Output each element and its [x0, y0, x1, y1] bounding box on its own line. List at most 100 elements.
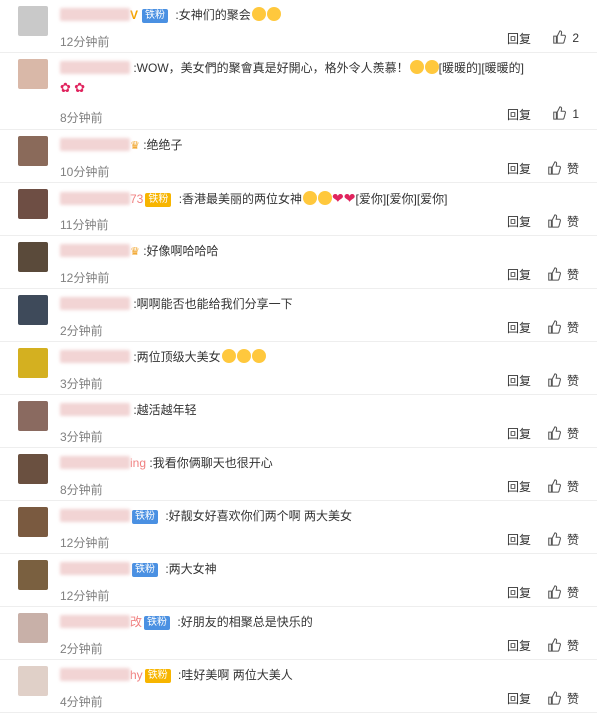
comment-text: V 铁粉 :女神们的聚会	[60, 5, 281, 25]
thumbs-up-icon	[547, 585, 561, 599]
avatar[interactable]	[18, 507, 48, 537]
timestamp: 8分钟前	[60, 483, 103, 497]
reply-button[interactable]: 回复	[507, 690, 531, 707]
emoji-icon	[303, 191, 318, 205]
reply-button[interactable]: 回复	[507, 160, 531, 177]
like-button[interactable]: 赞	[547, 319, 579, 336]
reply-button[interactable]: 回复	[507, 425, 531, 442]
comment-body: 好靓女好喜欢你们两个啊 两大美女	[168, 509, 353, 523]
like-button[interactable]: 赞	[547, 584, 579, 601]
avatar[interactable]	[18, 666, 48, 696]
like-button[interactable]: 赞	[547, 425, 579, 442]
like-button[interactable]: 赞	[547, 160, 579, 177]
like-button[interactable]: 赞	[547, 690, 579, 707]
username[interactable]	[60, 668, 130, 681]
like-button[interactable]: 赞	[547, 478, 579, 495]
reply-button[interactable]: 回复	[507, 106, 531, 123]
colon: :	[139, 244, 147, 258]
username-suffix: ing	[130, 456, 147, 470]
username[interactable]	[60, 297, 130, 310]
emoji-icon	[318, 191, 333, 205]
timestamp: 8分钟前	[60, 111, 103, 125]
timestamp: 2分钟前	[60, 642, 103, 656]
avatar[interactable]	[18, 136, 48, 166]
like-button[interactable]: 赞	[547, 531, 579, 548]
comment-text: hy 铁粉 :哇好美啊 两位大美人	[60, 665, 293, 685]
colon: :	[130, 297, 137, 311]
username[interactable]	[60, 350, 130, 363]
username[interactable]	[60, 403, 130, 416]
comment-body: 哇好美啊 两位大美人	[181, 668, 293, 682]
colon: :	[146, 456, 153, 470]
username[interactable]	[60, 244, 130, 257]
thumbs-up-icon	[547, 691, 561, 705]
reply-button[interactable]: 回复	[507, 637, 531, 654]
thumbs-up-icon	[547, 373, 561, 387]
comment-text: :越活越年轻	[60, 400, 197, 420]
avatar[interactable]	[18, 6, 48, 36]
emoji-icon	[251, 349, 266, 363]
like-count: 赞	[566, 586, 579, 600]
emoji-icon	[266, 7, 281, 21]
timestamp: 12分钟前	[60, 271, 110, 285]
comment-text: ♛ :绝绝子	[60, 135, 183, 156]
comment-body: 好像啊哈哈哈	[146, 244, 219, 258]
username[interactable]	[60, 456, 130, 469]
username-suffix: 73	[130, 192, 144, 206]
reply-button[interactable]: 回复	[507, 213, 531, 230]
timestamp: 10分钟前	[60, 165, 110, 179]
like-count: 赞	[566, 533, 579, 547]
thumbs-up-icon	[547, 638, 561, 652]
reply-button[interactable]: 回复	[507, 266, 531, 283]
like-count: 赞	[566, 162, 579, 176]
thumbs-up-icon	[547, 426, 561, 440]
avatar[interactable]	[18, 401, 48, 431]
like-count: 赞	[566, 215, 579, 229]
like-count: 赞	[566, 639, 579, 653]
reply-button[interactable]: 回复	[507, 531, 531, 548]
comment-text: :啊啊能否也能给我们分享一下	[60, 294, 293, 314]
username[interactable]	[60, 562, 130, 575]
username-suffix: 改	[130, 615, 143, 629]
avatar[interactable]	[18, 348, 48, 378]
avatar[interactable]	[18, 613, 48, 643]
emoji-icon	[251, 7, 266, 21]
comment-body: 啊啊能否也能给我们分享一下	[136, 297, 293, 311]
timestamp: 12分钟前	[60, 589, 110, 603]
username[interactable]	[60, 509, 130, 522]
thumbs-up-icon	[547, 532, 561, 546]
username[interactable]	[60, 615, 130, 628]
reply-button[interactable]: 回复	[507, 30, 531, 47]
like-button[interactable]: 赞	[547, 266, 579, 283]
thumbs-up-icon	[552, 30, 567, 44]
avatar[interactable]	[18, 560, 48, 590]
comment-text: ♛ :好像啊哈哈哈	[60, 241, 219, 262]
username[interactable]	[60, 61, 130, 74]
comment-body: 香港最美丽的两位女神	[182, 192, 303, 206]
avatar[interactable]	[18, 242, 48, 272]
like-count: 赞	[566, 692, 579, 706]
avatar[interactable]	[18, 59, 48, 89]
comment-body: 女神们的聚会	[178, 8, 251, 22]
username[interactable]	[60, 138, 130, 151]
like-button[interactable]: 赞	[547, 637, 579, 654]
avatar[interactable]	[18, 189, 48, 219]
reply-button[interactable]: 回复	[507, 584, 531, 601]
like-count: 赞	[566, 321, 579, 335]
like-button[interactable]: 赞	[547, 372, 579, 389]
reply-button[interactable]: 回复	[507, 372, 531, 389]
reply-button[interactable]: 回复	[507, 319, 531, 336]
avatar[interactable]	[18, 454, 48, 484]
avatar[interactable]	[18, 295, 48, 325]
comment-row: V 铁粉 :女神们的聚会 12分钟前 回复 2	[0, 0, 597, 53]
like-button[interactable]: 2	[552, 30, 579, 45]
username[interactable]	[60, 8, 130, 21]
like-button[interactable]: 赞	[547, 213, 579, 230]
like-button[interactable]: 1	[552, 106, 579, 121]
username-suffix: hy	[130, 668, 143, 682]
reply-button[interactable]: 回复	[507, 478, 531, 495]
comment-emote-text: [暖暖的][暖暖的]	[438, 61, 525, 75]
username[interactable]	[60, 192, 130, 205]
comment-body: 两位顶级大美女	[136, 350, 221, 364]
comment-row: 铁粉 :好靓女好喜欢你们两个啊 两大美女 12分钟前 回复 赞	[0, 501, 597, 554]
